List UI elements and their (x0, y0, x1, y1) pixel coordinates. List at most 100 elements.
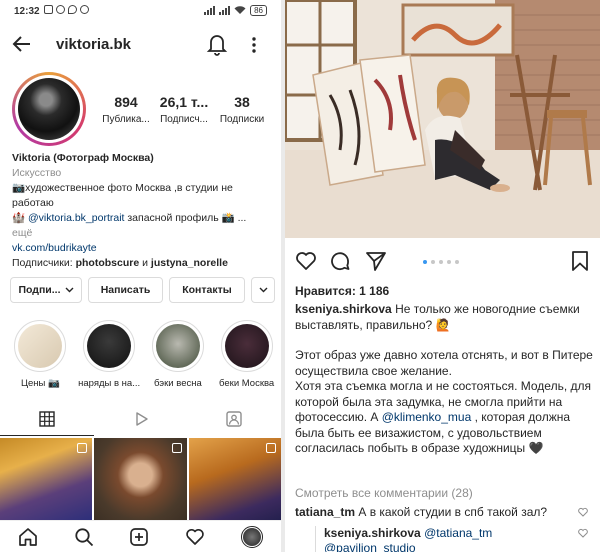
bookmark-icon[interactable] (570, 250, 590, 272)
profile-avatar[interactable] (12, 72, 86, 146)
add-post-icon[interactable] (129, 527, 149, 547)
check-notification-icon (80, 5, 89, 14)
profile-bio: Viktoria (Фотограф Москва) Искусство 📷ху… (12, 151, 274, 271)
grid-icon (39, 411, 55, 427)
gallery-notification-icon (44, 5, 53, 14)
highlight-item[interactable]: Цены 📷 (6, 320, 75, 389)
story-highlights: Цены 📷 наряды в на... бэки весна беки Мо… (6, 320, 281, 389)
system-indicators: 86 (204, 5, 267, 16)
comment-like-icon[interactable] (578, 507, 588, 517)
post-thumbnail[interactable] (0, 438, 93, 520)
profile-nav-avatar[interactable] (241, 525, 264, 548)
profile-action-buttons: Подпи... Написать Контакты (10, 277, 275, 303)
tab-reels[interactable] (94, 402, 188, 436)
profile-tabs (0, 402, 281, 436)
reply-like-icon[interactable] (578, 528, 588, 538)
website-link[interactable]: vk.com/budrikayte (12, 241, 274, 256)
notification-icons (44, 5, 89, 14)
post-thumbnail[interactable] (188, 438, 281, 520)
share-icon[interactable] (365, 250, 387, 272)
highlight-item[interactable]: беки Москва (212, 320, 281, 389)
status-time: 12:32 (14, 6, 40, 17)
caption-author[interactable]: kseniya.shirkova (295, 302, 392, 316)
comment-author[interactable]: tatiana_tm (295, 505, 355, 519)
bottom-navigation (0, 520, 281, 552)
stat-following[interactable]: 38 Подписки (216, 94, 268, 125)
carousel-icon (171, 443, 182, 453)
profile-header: viktoria.bk (0, 28, 281, 64)
likes-count[interactable]: Нравится: 1 186 (295, 284, 389, 298)
post-thumbnail[interactable] (94, 438, 187, 520)
carousel-icon (77, 443, 88, 453)
avatar-image (18, 78, 80, 140)
subscribed-button-label: Подпи... (18, 284, 61, 296)
follower-link[interactable]: justyna_norelle (151, 257, 228, 269)
bio-more-link[interactable]: ещё (12, 226, 274, 241)
drop-notification-icon (68, 5, 77, 14)
caption-paragraph: Этот образ уже давно хотела отснять, и в… (295, 348, 593, 378)
battery-indicator: 86 (250, 5, 267, 16)
video-notification-icon (56, 5, 65, 14)
tab-tagged[interactable] (187, 402, 281, 436)
bio-suffix: запасной профиль 📸 ... (124, 212, 247, 224)
tab-grid[interactable] (0, 402, 94, 436)
stat-following-label: Подписки (219, 114, 265, 125)
wifi-icon (234, 6, 246, 14)
caption-mention-link[interactable]: @klimenko_mua (382, 410, 472, 424)
profile-category: Искусство (12, 167, 62, 179)
posts-grid (0, 438, 281, 520)
stat-followers[interactable]: 26,1 т... Подписч... (154, 94, 214, 125)
back-arrow-icon[interactable] (10, 32, 34, 56)
follower-link[interactable]: photobscure (76, 257, 140, 269)
caption-paragraph: Хотя эта съемка могла и не состояться. М… (295, 379, 595, 457)
stat-posts-label: Публика... (102, 114, 150, 125)
reply-mention-link[interactable]: @tatiana_tm (424, 526, 492, 540)
profile-username: viktoria.bk (56, 36, 132, 53)
followed-by-and: и (139, 257, 151, 269)
post-photo[interactable] (285, 0, 600, 238)
followed-by: Подписчики: photobscure и justyna_norell… (12, 256, 274, 271)
post-screen: Нравится: 1 186 kseniya.shirkova Не толь… (285, 0, 600, 552)
home-icon[interactable] (18, 527, 38, 547)
reply-mention-link[interactable]: @pavilion_studio (324, 541, 416, 552)
stat-followers-label: Подписч... (160, 114, 208, 125)
play-icon (135, 412, 148, 426)
reply-author[interactable]: kseniya.shirkova (324, 526, 421, 540)
like-heart-icon[interactable] (295, 250, 317, 272)
subscribed-button[interactable]: Подпи... (10, 277, 82, 303)
message-button[interactable]: Написать (88, 277, 163, 303)
bio-mention-link[interactable]: @viktoria.bk_portrait (28, 212, 124, 224)
heart-icon[interactable] (185, 527, 205, 547)
post-photo-image (285, 0, 600, 238)
comment-text: А в какой студии в спб такой зал? (355, 505, 548, 519)
highlight-thumbnail (87, 324, 132, 368)
more-options-icon[interactable] (246, 34, 262, 56)
tagged-person-icon (226, 411, 242, 427)
carousel-icon (265, 443, 276, 453)
highlight-item[interactable]: наряды в на... (75, 320, 144, 389)
reply-row: kseniya.shirkova @tatiana_tm @pavilion_s… (315, 526, 575, 552)
stat-posts-value: 894 (114, 94, 138, 110)
search-icon[interactable] (74, 527, 94, 547)
post-caption: kseniya.shirkova Не только же новогодние… (295, 302, 595, 457)
suggested-accounts-button[interactable] (251, 277, 275, 303)
contacts-button[interactable]: Контакты (169, 277, 245, 303)
highlight-thumbnail (155, 324, 200, 368)
comment-row: tatiana_tm А в какой студии в спб такой … (295, 505, 585, 519)
chevron-down-icon (259, 287, 267, 293)
bio-prefix: 🏰 (12, 212, 28, 224)
bell-icon[interactable] (206, 32, 228, 56)
signal-icon (204, 6, 216, 15)
highlight-label: беки Москва (219, 378, 275, 389)
bio-line-2: 🏰 @viktoria.bk_portrait запасной профиль… (12, 211, 274, 226)
followed-by-prefix: Подписчики: (12, 257, 76, 269)
highlight-thumbnail (224, 324, 269, 368)
profile-screen: 12:32 86 viktoria.bk 894 Публика... 26,1… (0, 0, 281, 552)
highlight-label: бэки весна (153, 378, 202, 389)
view-all-comments-link[interactable]: Смотреть все комментарии (28) (295, 486, 473, 500)
post-actions (285, 250, 600, 278)
stat-posts[interactable]: 894 Публика... (98, 94, 154, 125)
status-bar: 12:32 86 (0, 0, 281, 24)
highlight-item[interactable]: бэки весна (144, 320, 213, 389)
comment-icon[interactable] (329, 250, 351, 272)
